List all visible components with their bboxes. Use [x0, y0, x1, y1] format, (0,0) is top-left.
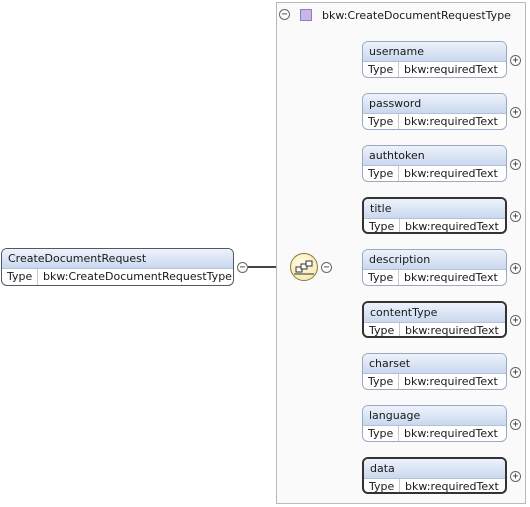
element-box-data[interactable]: data Type bkw:requiredText: [362, 457, 507, 494]
element-type-label: Type: [364, 479, 400, 492]
element-type-value: bkw:requiredText: [404, 115, 498, 128]
element-box-password[interactable]: password Type bkw:requiredText: [362, 93, 507, 130]
element-box-language[interactable]: language Type bkw:requiredText: [362, 405, 507, 442]
sequence-compositor-icon: [294, 260, 314, 275]
element-box-description[interactable]: description Type bkw:requiredText: [362, 249, 507, 286]
element-expand-toggle[interactable]: +: [510, 419, 521, 430]
complex-type-collapse-toggle[interactable]: −: [279, 9, 290, 20]
element-name: description: [363, 250, 506, 270]
element-type-value: bkw:requiredText: [404, 427, 498, 440]
element-expand-toggle[interactable]: +: [510, 159, 521, 170]
element-type-value: bkw:requiredText: [405, 220, 499, 233]
element-expand-toggle[interactable]: +: [510, 263, 521, 274]
complex-type-name: bkw:CreateDocumentRequestType: [322, 8, 511, 22]
complex-type-header: bkw:CreateDocumentRequestType: [292, 6, 511, 24]
element-expand-toggle[interactable]: +: [510, 55, 521, 66]
element-name: language: [363, 406, 506, 426]
root-collapse-toggle[interactable]: −: [237, 262, 248, 273]
element-expand-toggle[interactable]: +: [510, 367, 521, 378]
element-expand-toggle[interactable]: +: [510, 107, 521, 118]
element-box-charset[interactable]: charset Type bkw:requiredText: [362, 353, 507, 390]
root-element-box[interactable]: CreateDocumentRequest Type bkw:CreateDoc…: [1, 248, 234, 286]
element-name: contentType: [364, 303, 505, 323]
element-type-label: Type: [363, 166, 399, 181]
element-type-label: Type: [363, 374, 399, 389]
element-type-label: Type: [363, 62, 399, 77]
element-name: password: [363, 94, 506, 114]
element-name: title: [364, 199, 505, 219]
complex-type-icon: [300, 9, 312, 21]
element-type-label: Type: [363, 114, 399, 129]
element-name: username: [363, 42, 506, 62]
element-name: authtoken: [363, 146, 506, 166]
element-box-title[interactable]: title Type bkw:requiredText: [362, 197, 507, 234]
root-type-value: bkw:CreateDocumentRequestType: [43, 270, 232, 283]
element-name: data: [364, 459, 505, 479]
element-type-value: bkw:requiredText: [405, 324, 499, 337]
element-type-label: Type: [363, 426, 399, 441]
element-box-authtoken[interactable]: authtoken Type bkw:requiredText: [362, 145, 507, 182]
element-type-value: bkw:requiredText: [405, 480, 499, 493]
element-box-contentType[interactable]: contentType Type bkw:requiredText: [362, 301, 507, 338]
root-type-label: Type: [2, 269, 38, 285]
element-name: charset: [363, 354, 506, 374]
element-box-username[interactable]: username Type bkw:requiredText: [362, 41, 507, 78]
element-type-value: bkw:requiredText: [404, 63, 498, 76]
sequence-collapse-toggle[interactable]: −: [321, 262, 332, 273]
root-element-name: CreateDocumentRequest: [2, 249, 233, 269]
element-type-value: bkw:requiredText: [404, 271, 498, 284]
element-expand-toggle[interactable]: +: [510, 315, 521, 326]
element-type-value: bkw:requiredText: [404, 375, 498, 388]
sequence-compositor[interactable]: [290, 253, 318, 281]
element-expand-toggle[interactable]: +: [510, 471, 521, 482]
element-type-label: Type: [364, 323, 400, 336]
element-type-label: Type: [363, 270, 399, 285]
element-expand-toggle[interactable]: +: [510, 211, 521, 222]
element-type-label: Type: [364, 219, 400, 232]
element-type-value: bkw:requiredText: [404, 167, 498, 180]
